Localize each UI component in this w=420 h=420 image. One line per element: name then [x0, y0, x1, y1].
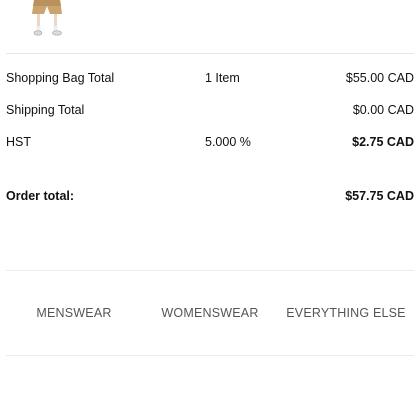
summary-value: $55.00 CAD [345, 71, 414, 85]
order-total-value: $57.75 CAD [345, 189, 414, 203]
order-summary-page: Shopping Bag Total 1 Item $55.00 CAD Shi… [0, 0, 420, 420]
summary-label: HST [6, 135, 31, 149]
summary-label: Shopping Bag Total [6, 71, 115, 85]
nav-menswear-link[interactable]: MENSWEAR [6, 306, 142, 320]
tax-rate: 5.000 % [205, 135, 251, 149]
category-nav: MENSWEAR WOMENSWEAR EVERYTHING ELSE [6, 270, 414, 356]
order-total-row: Order total: $57.75 CAD [6, 186, 414, 206]
summary-label: Shipping Total [6, 103, 85, 117]
item-count: 1 Item [205, 71, 240, 85]
divider [6, 53, 414, 54]
product-image[interactable] [22, 0, 74, 40]
summary-value: $2.75 CAD [352, 135, 414, 149]
summary-row-shipping: Shipping Total $0.00 CAD [6, 100, 414, 120]
summary-row-bag-total: Shopping Bag Total 1 Item $55.00 CAD [6, 68, 414, 88]
nav-womenswear-link[interactable]: WOMENSWEAR [142, 306, 278, 320]
summary-value: $0.00 CAD [352, 103, 414, 117]
shorts-photo-icon [32, 0, 62, 36]
summary-row-hst: HST 5.000 % $2.75 CAD [6, 132, 414, 152]
order-total-label: Order total: [6, 189, 75, 203]
nav-everything-else-link[interactable]: EVERYTHING ELSE [278, 306, 414, 320]
